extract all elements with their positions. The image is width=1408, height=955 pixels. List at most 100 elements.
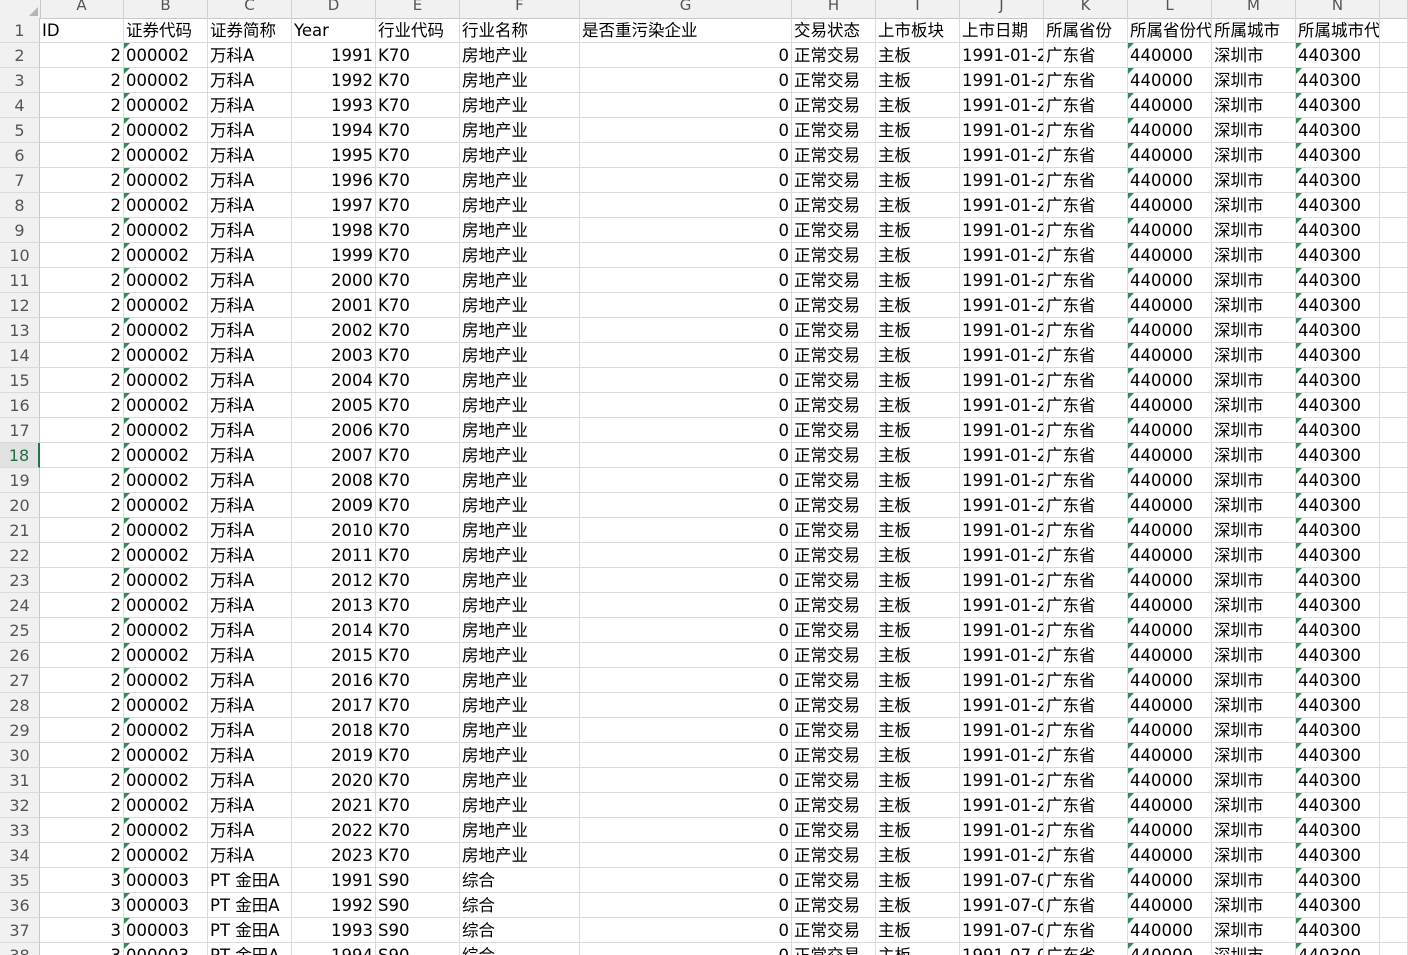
cell-cityc[interactable]: 440300 <box>1296 118 1380 143</box>
cell-board[interactable]: 主板 <box>876 368 960 393</box>
cell-indn[interactable]: 房地产业 <box>460 468 580 493</box>
cell-name[interactable]: 万科A <box>208 93 292 118</box>
cell-year[interactable]: 2017 <box>292 693 376 718</box>
cell-year[interactable]: 2012 <box>292 568 376 593</box>
cell-date[interactable]: 1991-01-2 <box>960 68 1044 93</box>
cell-st[interactable]: 正常交易 <box>792 468 876 493</box>
cell-ind[interactable]: K70 <box>376 518 460 543</box>
cell-board[interactable]: 主板 <box>876 343 960 368</box>
row-number[interactable]: 4 <box>0 93 40 118</box>
cell-city[interactable]: 深圳市 <box>1212 768 1296 793</box>
empty-cell[interactable] <box>1380 368 1408 393</box>
header-cell[interactable]: 上市日期 <box>960 18 1044 43</box>
cell-year[interactable]: 1997 <box>292 193 376 218</box>
cell-city[interactable]: 深圳市 <box>1212 443 1296 468</box>
cell-provc[interactable]: 440000 <box>1128 843 1212 868</box>
cell-pol[interactable]: 0 <box>580 293 792 318</box>
cell-id[interactable]: 2 <box>40 168 124 193</box>
row-number[interactable]: 37 <box>0 918 40 943</box>
column-header-A[interactable]: A <box>40 0 124 18</box>
cell-date[interactable]: 1991-01-2 <box>960 693 1044 718</box>
cell-prov[interactable]: 广东省 <box>1044 343 1128 368</box>
cell-city[interactable]: 深圳市 <box>1212 918 1296 943</box>
cell-code[interactable]: 000002 <box>124 93 208 118</box>
row-number[interactable]: 1 <box>0 18 40 43</box>
cell-board[interactable]: 主板 <box>876 593 960 618</box>
row-number[interactable]: 34 <box>0 843 40 868</box>
cell-pol[interactable]: 0 <box>580 668 792 693</box>
cell-provc[interactable]: 440000 <box>1128 493 1212 518</box>
cell-id[interactable]: 2 <box>40 118 124 143</box>
cell-board[interactable]: 主板 <box>876 418 960 443</box>
row-number[interactable]: 5 <box>0 118 40 143</box>
cell-st[interactable]: 正常交易 <box>792 218 876 243</box>
cell-provc[interactable]: 440000 <box>1128 868 1212 893</box>
cell-ind[interactable]: K70 <box>376 793 460 818</box>
cell-year[interactable]: 2002 <box>292 318 376 343</box>
cell-st[interactable]: 正常交易 <box>792 593 876 618</box>
cell-board[interactable]: 主板 <box>876 843 960 868</box>
cell-board[interactable]: 主板 <box>876 668 960 693</box>
row-number[interactable]: 9 <box>0 218 40 243</box>
empty-cell[interactable] <box>1380 218 1408 243</box>
cell-prov[interactable]: 广东省 <box>1044 93 1128 118</box>
cell-prov[interactable]: 广东省 <box>1044 768 1128 793</box>
cell-pol[interactable]: 0 <box>580 718 792 743</box>
cell-code[interactable]: 000002 <box>124 743 208 768</box>
cell-city[interactable]: 深圳市 <box>1212 368 1296 393</box>
cell-id[interactable]: 2 <box>40 293 124 318</box>
cell-ind[interactable]: K70 <box>376 768 460 793</box>
empty-cell[interactable] <box>1380 343 1408 368</box>
cell-city[interactable]: 深圳市 <box>1212 418 1296 443</box>
cell-prov[interactable]: 广东省 <box>1044 418 1128 443</box>
cell-name[interactable]: 万科A <box>208 793 292 818</box>
cell-st[interactable]: 正常交易 <box>792 318 876 343</box>
cell-ind[interactable]: K70 <box>376 418 460 443</box>
row-number[interactable]: 7 <box>0 168 40 193</box>
cell-year[interactable]: 2004 <box>292 368 376 393</box>
cell-indn[interactable]: 房地产业 <box>460 668 580 693</box>
cell-provc[interactable]: 440000 <box>1128 68 1212 93</box>
cell-code[interactable]: 000002 <box>124 393 208 418</box>
cell-cityc[interactable]: 440300 <box>1296 443 1380 468</box>
empty-cell[interactable] <box>1380 518 1408 543</box>
cell-indn[interactable]: 房地产业 <box>460 543 580 568</box>
cell-code[interactable]: 000002 <box>124 118 208 143</box>
cell-date[interactable]: 1991-01-2 <box>960 43 1044 68</box>
cell-ind[interactable]: K70 <box>376 468 460 493</box>
cell-code[interactable]: 000002 <box>124 668 208 693</box>
empty-cell[interactable] <box>1380 543 1408 568</box>
cell-ind[interactable]: K70 <box>376 318 460 343</box>
cell-prov[interactable]: 广东省 <box>1044 643 1128 668</box>
cell-year[interactable]: 2001 <box>292 293 376 318</box>
cell-pol[interactable]: 0 <box>580 118 792 143</box>
row-number[interactable]: 14 <box>0 343 40 368</box>
cell-pol[interactable]: 0 <box>580 793 792 818</box>
cell-pol[interactable]: 0 <box>580 943 792 955</box>
cell-board[interactable]: 主板 <box>876 193 960 218</box>
cell-date[interactable]: 1991-01-2 <box>960 593 1044 618</box>
cell-year[interactable]: 1993 <box>292 918 376 943</box>
cell-indn[interactable]: 房地产业 <box>460 243 580 268</box>
cell-code[interactable]: 000002 <box>124 768 208 793</box>
cell-st[interactable]: 正常交易 <box>792 893 876 918</box>
cell-prov[interactable]: 广东省 <box>1044 718 1128 743</box>
cell-st[interactable]: 正常交易 <box>792 118 876 143</box>
header-cell[interactable]: 是否重污染企业 <box>580 18 792 43</box>
cell-name[interactable]: 万科A <box>208 368 292 393</box>
cell-city[interactable]: 深圳市 <box>1212 43 1296 68</box>
cell-name[interactable]: PT 金田A <box>208 943 292 955</box>
cell-provc[interactable]: 440000 <box>1128 268 1212 293</box>
cell-city[interactable]: 深圳市 <box>1212 618 1296 643</box>
cell-prov[interactable]: 广东省 <box>1044 543 1128 568</box>
cell-indn[interactable]: 房地产业 <box>460 768 580 793</box>
cell-ind[interactable]: K70 <box>376 718 460 743</box>
cell-city[interactable]: 深圳市 <box>1212 243 1296 268</box>
cell-name[interactable]: 万科A <box>208 193 292 218</box>
cell-date[interactable]: 1991-01-2 <box>960 168 1044 193</box>
cell-cityc[interactable]: 440300 <box>1296 368 1380 393</box>
cell-city[interactable]: 深圳市 <box>1212 193 1296 218</box>
cell-st[interactable]: 正常交易 <box>792 543 876 568</box>
cell-ind[interactable]: K70 <box>376 93 460 118</box>
cell-board[interactable]: 主板 <box>876 718 960 743</box>
